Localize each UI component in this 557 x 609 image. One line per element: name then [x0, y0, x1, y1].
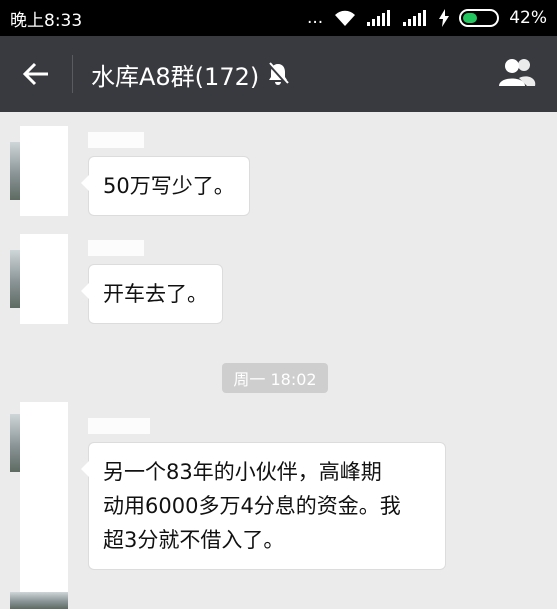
message-line: 超3分就不借入了。 — [103, 528, 285, 552]
sender-nickname-redacted — [88, 240, 144, 256]
more-dots: ... — [306, 8, 324, 28]
time-divider-text: 周一 18:02 — [233, 370, 317, 389]
status-time: 晚上8:33 — [10, 10, 83, 31]
group-members-icon — [499, 59, 536, 86]
message-text: 50万写少了。 — [103, 174, 235, 198]
charging-bolt-icon — [439, 9, 450, 27]
message-bubble[interactable]: 50万写少了。 — [81, 156, 250, 216]
time-divider: 周一 18:02 — [222, 363, 328, 393]
sender-nickname-redacted — [88, 418, 150, 434]
group-name: 水库A8群(172) — [91, 62, 260, 91]
status-bar: 晚上8:33 ... 42% — [0, 0, 557, 36]
chat-title: 水库A8群(172) — [91, 57, 289, 92]
chat-area[interactable]: 50万写少了。 开车去了。 周一 18:02 另一个83年的小伙伴，高峰期 动用… — [0, 112, 557, 609]
chat-header: 水库A8群(172) — [0, 36, 557, 112]
wifi-icon — [333, 9, 357, 27]
signal-icon-2 — [403, 10, 429, 26]
avatar-redaction — [20, 126, 68, 216]
message-line: 另一个83年的小伙伴，高峰期 — [103, 460, 382, 484]
battery-percent: 42% — [509, 8, 547, 28]
signal-icon — [367, 10, 393, 26]
avatar-redaction — [20, 402, 68, 609]
group-members-button[interactable] — [497, 56, 537, 92]
status-indicators: ... 42% — [307, 8, 547, 28]
message-text: 开车去了。 — [103, 282, 208, 306]
battery-fill — [463, 13, 477, 23]
title-divider — [72, 55, 73, 93]
battery-icon — [459, 9, 500, 27]
sender-nickname-redacted — [88, 132, 144, 148]
message-bubble[interactable]: 另一个83年的小伙伴，高峰期 动用6000多万4分息的资金。我 超3分就不借入了… — [81, 442, 446, 570]
back-arrow-icon — [23, 62, 48, 86]
avatar-redaction — [20, 234, 68, 324]
message-line: 动用6000多万4分息的资金。我 — [103, 494, 401, 518]
sender-avatar[interactable] — [10, 592, 68, 609]
back-button[interactable] — [0, 36, 72, 112]
message-bubble[interactable]: 开车去了。 — [81, 264, 223, 324]
mute-bell-icon — [268, 62, 289, 86]
